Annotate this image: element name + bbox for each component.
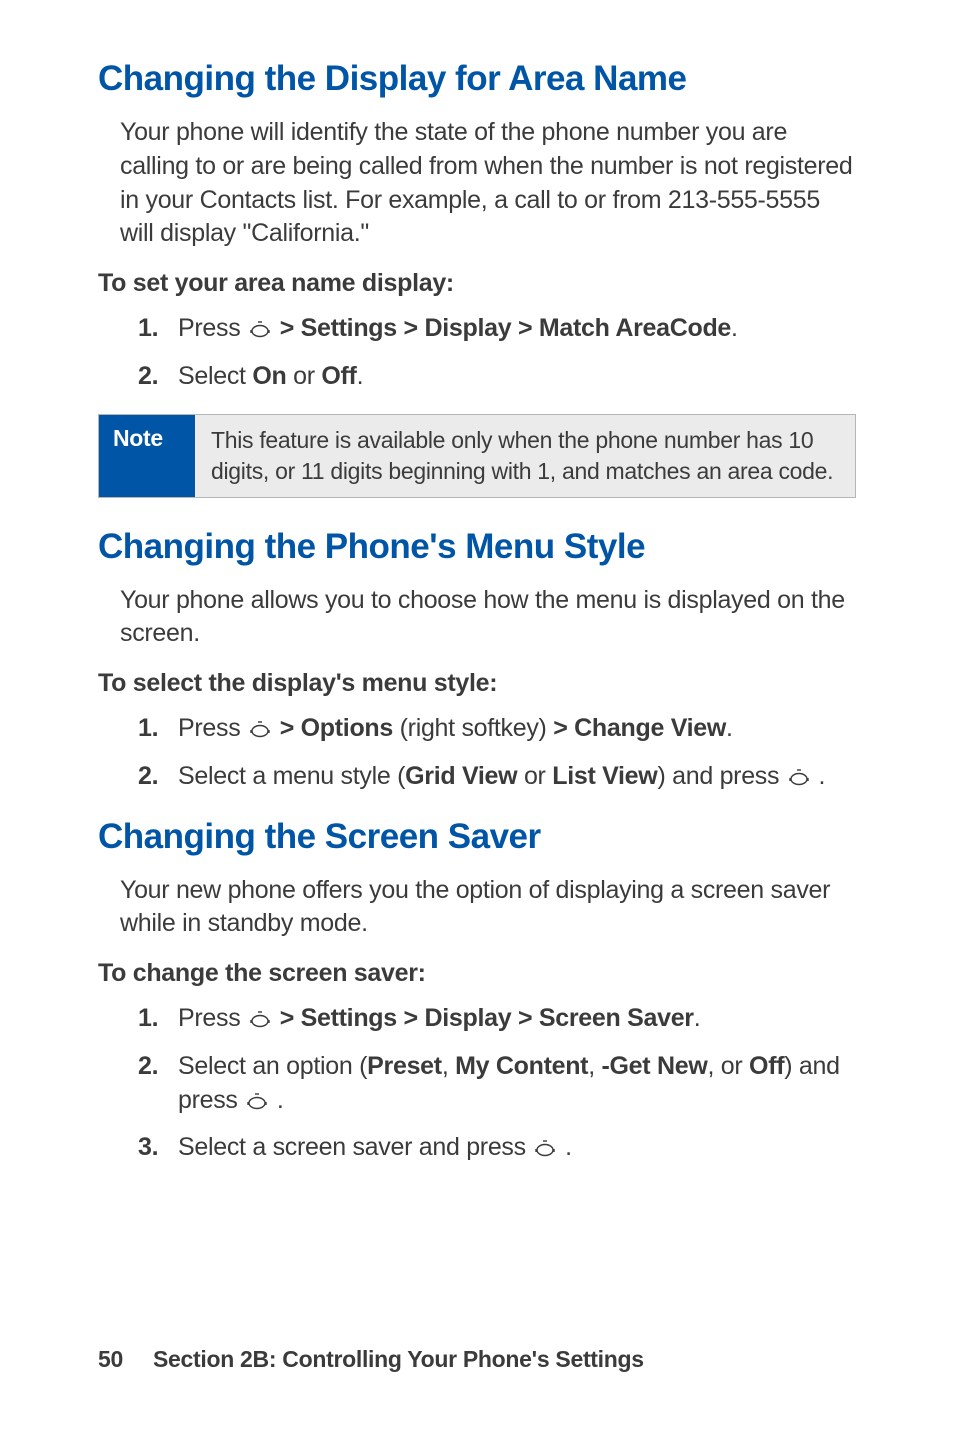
nav-key-icon — [788, 762, 810, 796]
step-bold: -Get New — [602, 1052, 708, 1080]
paragraph: Your phone will identify the state of th… — [98, 116, 856, 251]
step-text: . — [558, 1133, 571, 1161]
step-bold: My Content — [455, 1052, 588, 1080]
page-footer: 50 Section 2B: Controlling Your Phone's S… — [98, 1346, 644, 1373]
page: Changing the Display for Area Name Your … — [0, 0, 954, 1431]
subheading: To set your area name display: — [98, 269, 856, 298]
nav-key-icon — [534, 1133, 556, 1167]
step-text: . — [726, 714, 733, 742]
step-number: 1. — [138, 312, 158, 346]
heading-area-name: Changing the Display for Area Name — [98, 58, 856, 100]
step-text: . — [694, 1004, 701, 1032]
page-number: 50 — [98, 1346, 123, 1372]
paragraph: Your phone allows you to choose how the … — [98, 584, 856, 652]
step-number: 3. — [138, 1131, 158, 1165]
step-number: 1. — [138, 712, 158, 746]
step-bold: > Settings > Display > Match AreaCode — [273, 314, 731, 342]
subheading: To select the display's menu style: — [98, 669, 856, 698]
step-bold: Preset — [367, 1052, 442, 1080]
step-text: . — [270, 1086, 283, 1114]
step-bold: > Settings > Display > Screen Saver — [273, 1004, 694, 1032]
step-number: 2. — [138, 1050, 158, 1084]
step-text: (right softkey) — [393, 714, 553, 742]
step-text: , — [442, 1052, 455, 1080]
step-text: Select a menu style ( — [178, 762, 405, 790]
step-text: Press — [178, 314, 247, 342]
step-text: Select an option ( — [178, 1052, 367, 1080]
step-number: 2. — [138, 760, 158, 794]
step-item: 2. Select an option (Preset, My Content,… — [98, 1050, 856, 1120]
step-text: . — [357, 362, 364, 390]
step-number: 2. — [138, 360, 158, 394]
step-bold: On — [252, 362, 286, 390]
steps-list: 1. Press > Settings > Display > Screen S… — [98, 1002, 856, 1167]
step-item: 3. Select a screen saver and press . — [98, 1131, 856, 1167]
step-item: 1. Press > Settings > Display > Screen S… — [98, 1002, 856, 1038]
heading-menu-style: Changing the Phone's Menu Style — [98, 526, 856, 568]
step-bold: > Change View — [553, 714, 726, 742]
step-text: . — [812, 762, 825, 790]
step-bold: Off — [321, 362, 356, 390]
note-label: Note — [99, 415, 195, 497]
section-label: Section 2B: Controlling Your Phone's Set… — [153, 1346, 644, 1372]
step-item: 2. Select On or Off. — [98, 360, 856, 394]
note-text: This feature is available only when the … — [195, 415, 855, 497]
subheading: To change the screen saver: — [98, 959, 856, 988]
step-item: 1. Press > Settings > Display > Match Ar… — [98, 312, 856, 348]
note-box: Note This feature is available only when… — [98, 414, 856, 498]
steps-list: 1. Press > Options (right softkey) > Cha… — [98, 712, 856, 796]
paragraph: Your new phone offers you the option of … — [98, 874, 856, 942]
step-text: Select a screen saver and press — [178, 1133, 532, 1161]
step-text: . — [731, 314, 738, 342]
step-number: 1. — [138, 1002, 158, 1036]
step-item: 2. Select a menu style (Grid View or Lis… — [98, 760, 856, 796]
step-text: ) and press — [657, 762, 785, 790]
step-text: Press — [178, 1004, 247, 1032]
nav-key-icon — [249, 1004, 271, 1038]
step-bold: List View — [552, 762, 657, 790]
step-text: , — [588, 1052, 601, 1080]
step-bold: Grid View — [405, 762, 517, 790]
step-text: or — [286, 362, 321, 390]
step-text: or — [517, 762, 552, 790]
nav-key-icon — [246, 1086, 268, 1120]
step-text: Select — [178, 362, 252, 390]
nav-key-icon — [249, 314, 271, 348]
step-text: , or — [707, 1052, 749, 1080]
step-text: Press — [178, 714, 247, 742]
nav-key-icon — [249, 714, 271, 748]
step-bold: > Options — [273, 714, 393, 742]
steps-list: 1. Press > Settings > Display > Match Ar… — [98, 312, 856, 394]
heading-screen-saver: Changing the Screen Saver — [98, 816, 856, 858]
step-bold: Off — [749, 1052, 784, 1080]
step-item: 1. Press > Options (right softkey) > Cha… — [98, 712, 856, 748]
